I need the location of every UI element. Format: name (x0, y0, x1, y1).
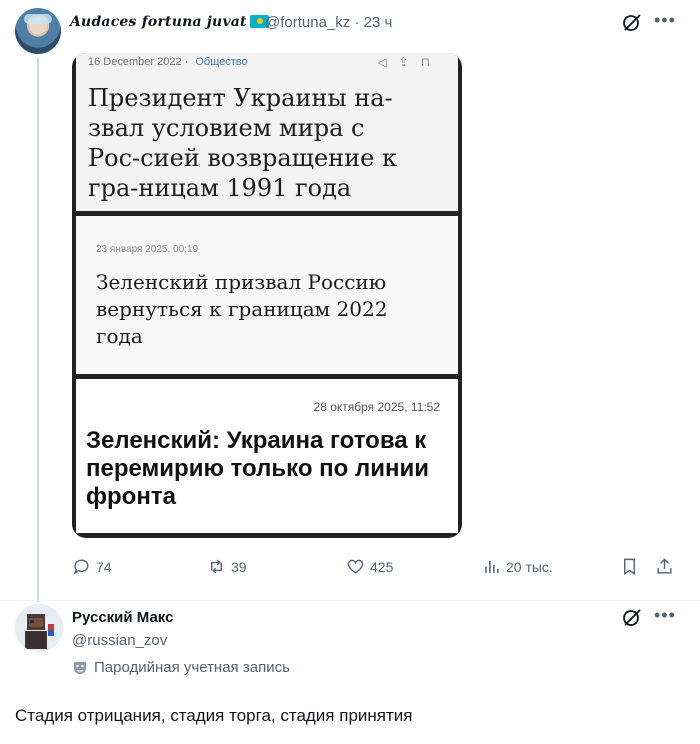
share-icon: ⇪ (398, 55, 421, 69)
news-card-3-date: 28 октября 2025, 11:52 (313, 400, 440, 414)
news-card-1: 16 December 2022 · Общество ◁⇪⊓ Президен… (76, 53, 458, 211)
share-icon (657, 558, 672, 574)
reply-button[interactable]: 74 (72, 557, 112, 576)
audio-icon: ◁ (377, 55, 399, 69)
like-count: 425 (370, 558, 394, 575)
handle[interactable]: @russian_zov (72, 632, 167, 649)
views-count: 20 тыс. (506, 558, 553, 575)
handle-and-time[interactable]: @fortuna_kz · 23 ч (265, 14, 392, 31)
news-card-2-date: 23 января 2025, 00:19 (96, 244, 199, 255)
news-card-1-separator: · (184, 56, 189, 68)
reply-count: 74 (96, 558, 112, 575)
grok-icon[interactable] (622, 12, 642, 37)
bookmark-icon (624, 558, 635, 575)
news-card-1-category: Общество (195, 56, 248, 68)
avatar[interactable] (15, 8, 61, 54)
news-card-3-headline: Зеленский: Украина готова к перемирию то… (86, 427, 429, 510)
like-button[interactable]: 425 (346, 557, 393, 576)
news-card-1-meta: 16 December 2022 · Общество (88, 56, 248, 68)
more-options-icon[interactable]: ••• (654, 10, 676, 31)
display-name[interactable]: Русский Макс (72, 609, 173, 626)
grok-icon[interactable] (622, 607, 642, 632)
thread-connector-line (37, 58, 39, 602)
display-name[interactable]: Audaces fortuna juvat (70, 14, 269, 30)
news-card-2: 23 января 2025, 00:19 Зеленский призвал … (76, 216, 458, 374)
news-card-1-icons: ◁⇪⊓ (377, 55, 442, 69)
bookmark-icon: ⊓ (420, 55, 442, 69)
analytics-icon (485, 560, 499, 573)
more-options-icon[interactable]: ••• (654, 605, 676, 626)
news-card-1-date: 16 December 2022 (88, 56, 182, 68)
parody-label-text: Пародийная учетная запись (94, 659, 290, 676)
repost-count: 39 (231, 558, 247, 575)
reply-icon (73, 559, 89, 575)
handle[interactable]: @fortuna_kz (265, 14, 350, 31)
repost-icon (211, 559, 222, 574)
bookmark-button[interactable] (620, 557, 639, 576)
tweet-media-image[interactable]: 16 December 2022 · Общество ◁⇪⊓ Президен… (72, 53, 462, 538)
timestamp[interactable]: · 23 ч (354, 14, 392, 31)
pixel-character-icon (15, 604, 63, 652)
news-card-2-headline: Зеленский призвал Россию вернуться к гра… (96, 270, 388, 348)
display-name-text: Audaces fortuna juvat (70, 14, 247, 30)
tweet-text: Стадия отрицания, стадия торга, стадия п… (15, 706, 413, 725)
repost-button[interactable]: 39 (207, 557, 247, 576)
tweet-divider (0, 600, 700, 601)
avatar-sunglasses (24, 14, 52, 24)
heart-icon (347, 559, 364, 574)
parody-label: Пародийная учетная запись (72, 659, 290, 676)
news-card-1-headline: Президент Украины на-звал условием мира … (88, 84, 397, 202)
views-button[interactable]: 20 тыс. (482, 557, 553, 576)
avatar[interactable] (15, 604, 63, 652)
theater-mask-icon (74, 661, 86, 674)
news-card-3: 28 октября 2025, 11:52 Зеленский: Украин… (76, 379, 458, 533)
share-button[interactable] (655, 557, 674, 576)
